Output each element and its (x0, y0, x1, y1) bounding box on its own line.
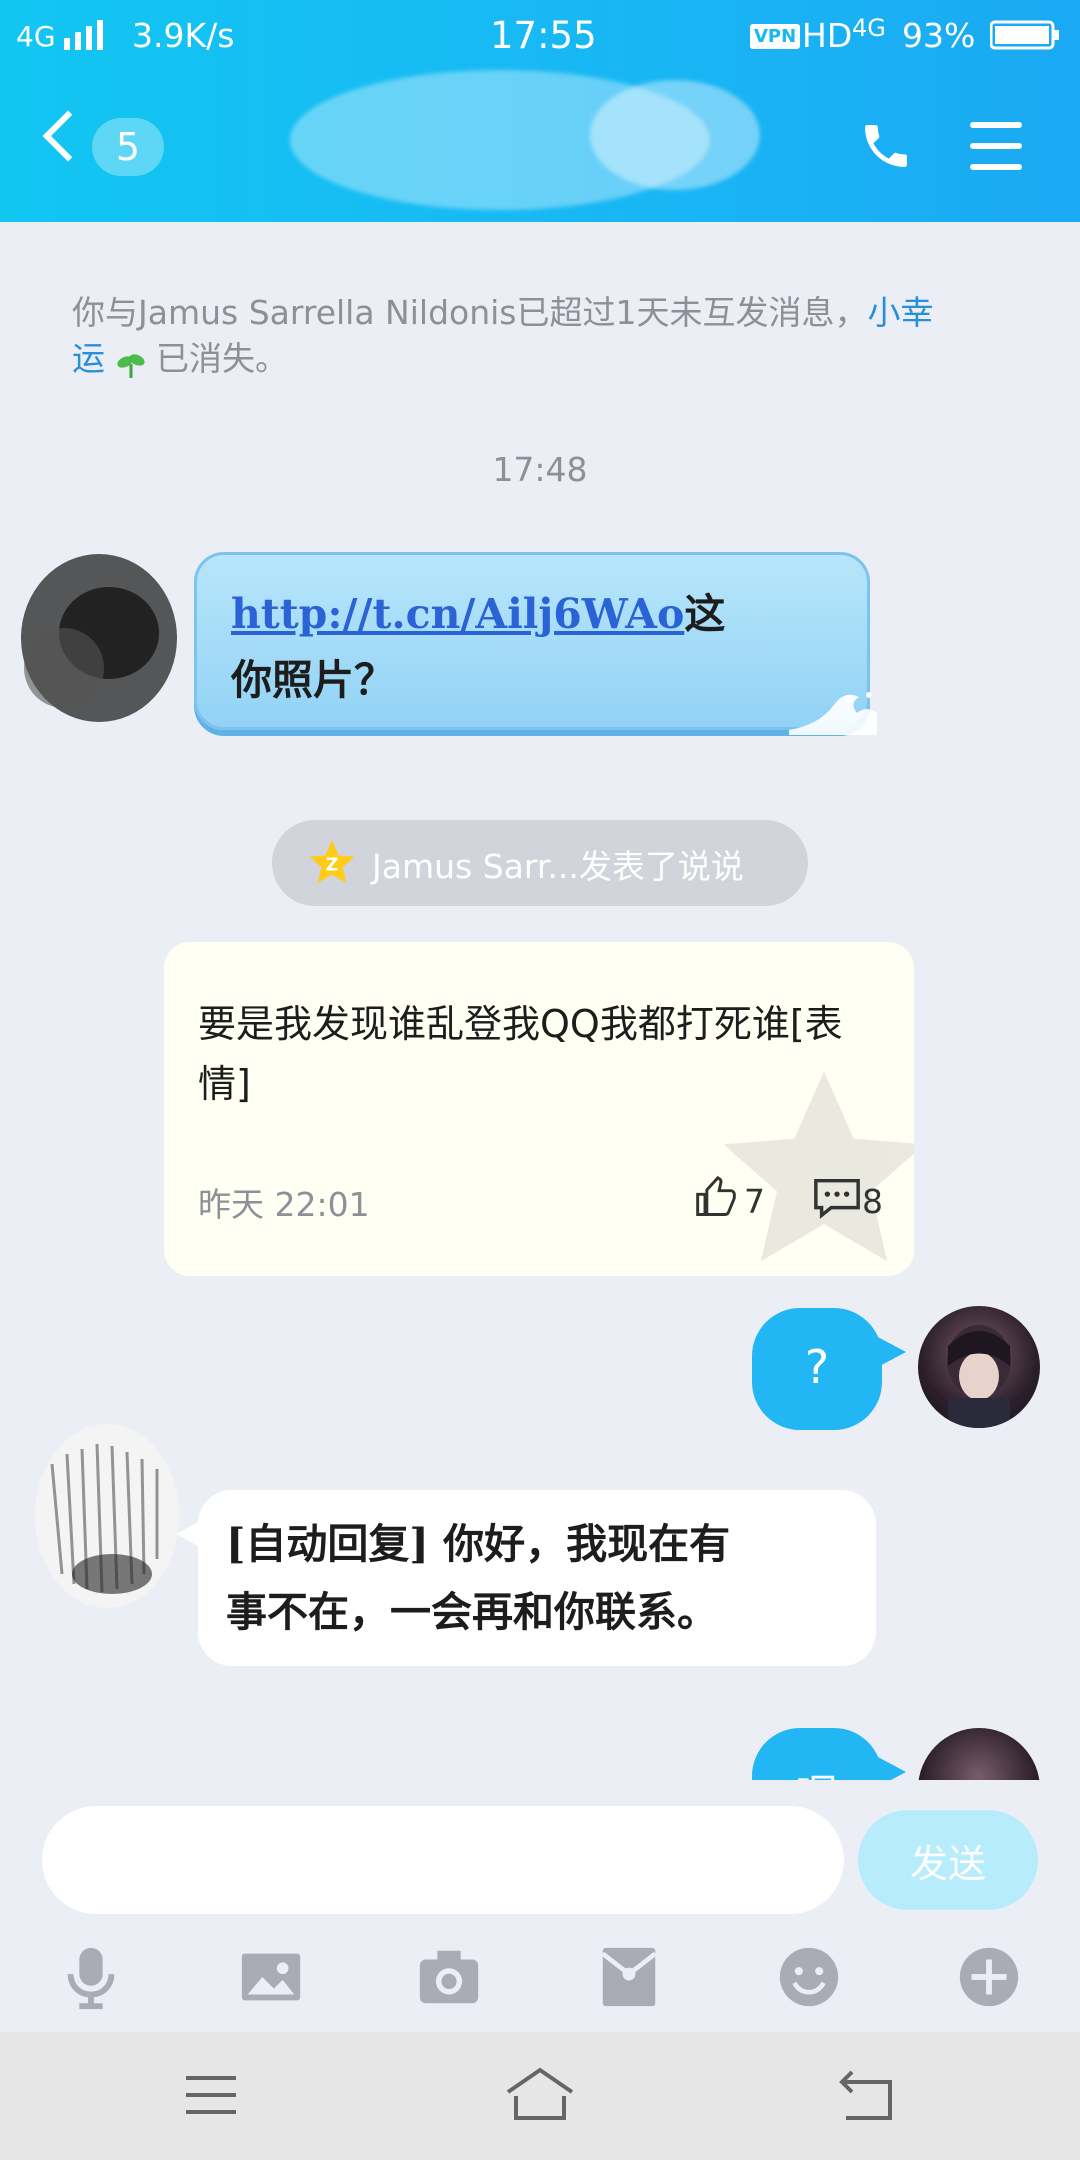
input-bar: 发送 (0, 1782, 1080, 2032)
message-link[interactable]: http://t.cn/Ailj6WAo (231, 590, 684, 638)
signal-icon (64, 20, 108, 50)
thumbs-up-icon[interactable] (694, 1175, 738, 1220)
send-button[interactable]: 发送 (858, 1810, 1038, 1910)
notice-text: 你与Jamus Sarrella Nildonis已超过1天未互发消息， (72, 293, 868, 332)
bubble-tail (176, 1520, 202, 1548)
image-icon[interactable] (236, 1942, 306, 2012)
network-type-right: 4G (852, 14, 886, 42)
emoji-icon[interactable] (774, 1942, 844, 2012)
message-bubble-outgoing[interactable]: ? (752, 1308, 906, 1430)
svg-text:Z: Z (326, 856, 339, 876)
like-count: 7 (744, 1182, 765, 1221)
redacted-title-scribble (590, 80, 760, 190)
phone-icon[interactable] (858, 118, 914, 174)
comment-icon[interactable] (812, 1176, 862, 1220)
qzone-star-icon: Z (306, 838, 358, 890)
hamburger-menu-icon[interactable] (970, 122, 1022, 170)
message-text: [自动回复] 你好，我现在有 (226, 1520, 731, 1568)
bubble-tail (876, 1756, 906, 1780)
sprout-icon (116, 346, 146, 378)
message-bubble-incoming[interactable]: [自动回复] 你好，我现在有 事不在，一会再和你联系。 (176, 1490, 876, 1666)
my-avatar[interactable] (918, 1728, 1040, 1780)
camera-icon[interactable] (414, 1942, 484, 2012)
network-speed: 3.9K/s (132, 16, 235, 55)
clock: 17:55 (490, 14, 597, 57)
message-text: 事不在，一会再和你联系。 (226, 1588, 718, 1636)
message-text: 你照片？ (231, 656, 395, 704)
lucky-link-continued[interactable]: 运 (72, 339, 105, 378)
qzone-pill-text: Jamus Sarr...发表了说说 (372, 847, 744, 886)
bubble-tail (876, 1336, 906, 1368)
back-nav-icon[interactable] (838, 2070, 898, 2122)
message-bubble-incoming[interactable]: http://t.cn/Ailj6WAo这 你照片？ (194, 552, 877, 735)
red-packet-icon[interactable] (594, 1942, 664, 2012)
message-bubble-outgoing[interactable]: 嗯 (752, 1728, 906, 1780)
home-icon[interactable] (504, 2066, 576, 2122)
comment-count: 8 (862, 1182, 883, 1221)
plus-icon[interactable] (954, 1942, 1024, 2012)
wave-decoration-icon (789, 685, 879, 735)
unread-count-badge: 5 (92, 118, 164, 176)
post-time: 昨天 22:01 (198, 1185, 370, 1224)
qzone-activity-pill[interactable]: Z Jamus Sarr...发表了说说 (272, 820, 808, 906)
message-text: ? (804, 1340, 830, 1394)
message-timestamp: 17:48 (492, 450, 588, 489)
recent-apps-icon[interactable] (184, 2072, 238, 2118)
vpn-badge: VPN (750, 24, 801, 49)
microphone-icon[interactable] (56, 1942, 126, 2012)
message-text: 这 (684, 590, 726, 638)
back-chevron-icon (42, 110, 94, 162)
hd-label: HD (802, 16, 853, 55)
post-content: 要是我发现谁乱登我QQ我都打死谁[表情] (198, 1002, 843, 1106)
battery-icon (989, 20, 1060, 50)
notice-suffix: 已消失。 (156, 339, 288, 378)
my-avatar[interactable] (918, 1306, 1040, 1428)
contact-avatar[interactable] (14, 548, 184, 728)
message-input[interactable] (42, 1806, 844, 1914)
lucky-link[interactable]: 小幸 (867, 293, 933, 332)
contact-avatar[interactable] (32, 1424, 182, 1610)
chat-header: 4G 3.9K/s 17:55 VPN HD 4G 93% 5 (0, 0, 1080, 222)
battery-percent: 93% (902, 16, 976, 55)
system-notice: 你与Jamus Sarrella Nildonis已超过1天未互发消息，小幸 运… (72, 290, 1012, 382)
system-nav-bar (0, 2032, 1080, 2160)
network-type: 4G (16, 20, 56, 53)
chat-clip-area: 嗯 (0, 1690, 1080, 1780)
qzone-post-card[interactable]: 要是我发现谁乱登我QQ我都打死谁[表情] 昨天 22:01 7 8 (164, 942, 914, 1276)
message-text: 嗯 (752, 1760, 882, 1780)
